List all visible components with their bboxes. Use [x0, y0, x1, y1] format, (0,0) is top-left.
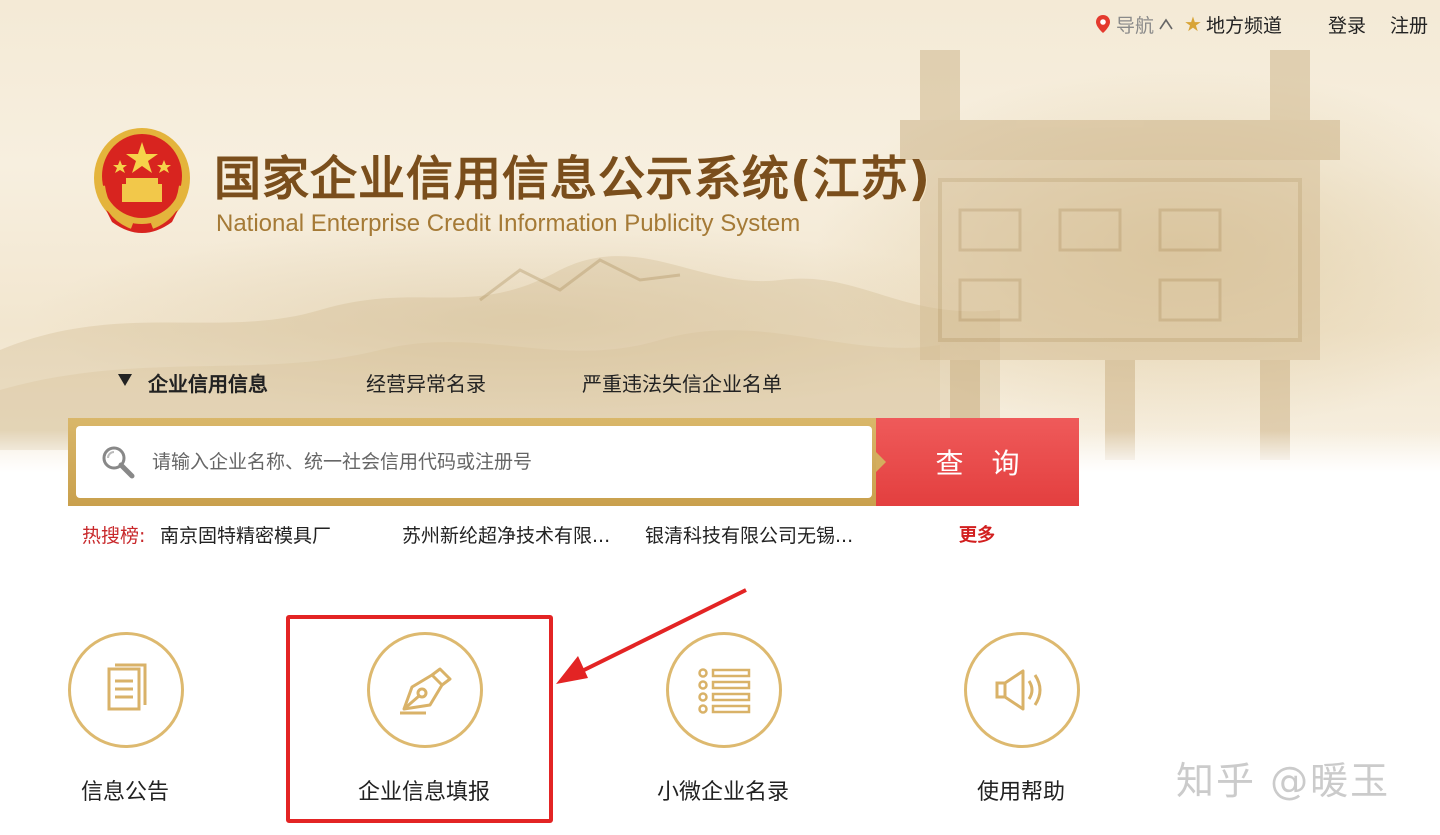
region-label: 地方频道: [1205, 14, 1282, 37]
feature-circle: [68, 632, 184, 748]
search-icon: [102, 446, 135, 479]
search-button-notch: [876, 452, 886, 472]
search-bar: 查询: [68, 418, 1079, 506]
document-icon: [107, 663, 147, 711]
feature-circle: [964, 632, 1080, 748]
nav-menu[interactable]: 导航: [1096, 11, 1184, 38]
login-link[interactable]: 登录: [1328, 11, 1366, 38]
hot-search-item[interactable]: 银清科技有限公司无锡...: [645, 521, 853, 548]
caret-down-icon: [118, 374, 132, 386]
caret-up-icon: [1159, 18, 1173, 30]
location-pin-icon: [1096, 15, 1110, 33]
region-channel-link[interactable]: ★ 地方频道: [1184, 11, 1328, 38]
hot-search-more-link[interactable]: 更多: [959, 521, 995, 547]
feature-info-announcement[interactable]: 信息公告: [25, 632, 225, 822]
top-bar: 导航 ★ 地方频道 登录 注册: [1096, 8, 1428, 40]
search-button[interactable]: 查询: [876, 418, 1079, 506]
watermark: 知乎 @暖玉: [1176, 759, 1391, 803]
hot-search-item[interactable]: 南京固特精密模具厂: [160, 521, 331, 548]
site-subtitle: National Enterprise Credit Information P…: [216, 210, 801, 237]
nav-label: 导航: [1116, 14, 1155, 37]
national-emblem-icon: [94, 128, 190, 233]
star-icon: ★: [1184, 12, 1202, 36]
feature-help[interactable]: 使用帮助: [921, 632, 1121, 822]
feature-label: 信息公告: [80, 780, 169, 805]
annotation-arrow-icon: [556, 588, 747, 684]
search-input[interactable]: [152, 451, 842, 473]
register-link[interactable]: 注册: [1390, 11, 1428, 38]
site-title: 国家企业信用信息公示系统(江苏): [214, 152, 931, 207]
tab-serious-violation[interactable]: 严重违法失信企业名单: [582, 368, 782, 397]
highlight-box: [286, 615, 553, 823]
feature-label: 小微企业名录: [656, 780, 789, 805]
hot-search-item[interactable]: 苏州新纶超净技术有限...: [402, 521, 610, 548]
search-frame: [68, 418, 880, 506]
search-field-container: [76, 426, 872, 498]
bronze-ding-illustration: [900, 50, 1340, 460]
feature-label: 使用帮助: [976, 780, 1065, 805]
hot-search-label: 热搜榜:: [82, 525, 146, 547]
tab-abnormal-operation[interactable]: 经营异常名录: [366, 368, 486, 397]
speaker-icon: [995, 669, 1042, 711]
tab-enterprise-credit[interactable]: 企业信用信息: [148, 368, 268, 397]
